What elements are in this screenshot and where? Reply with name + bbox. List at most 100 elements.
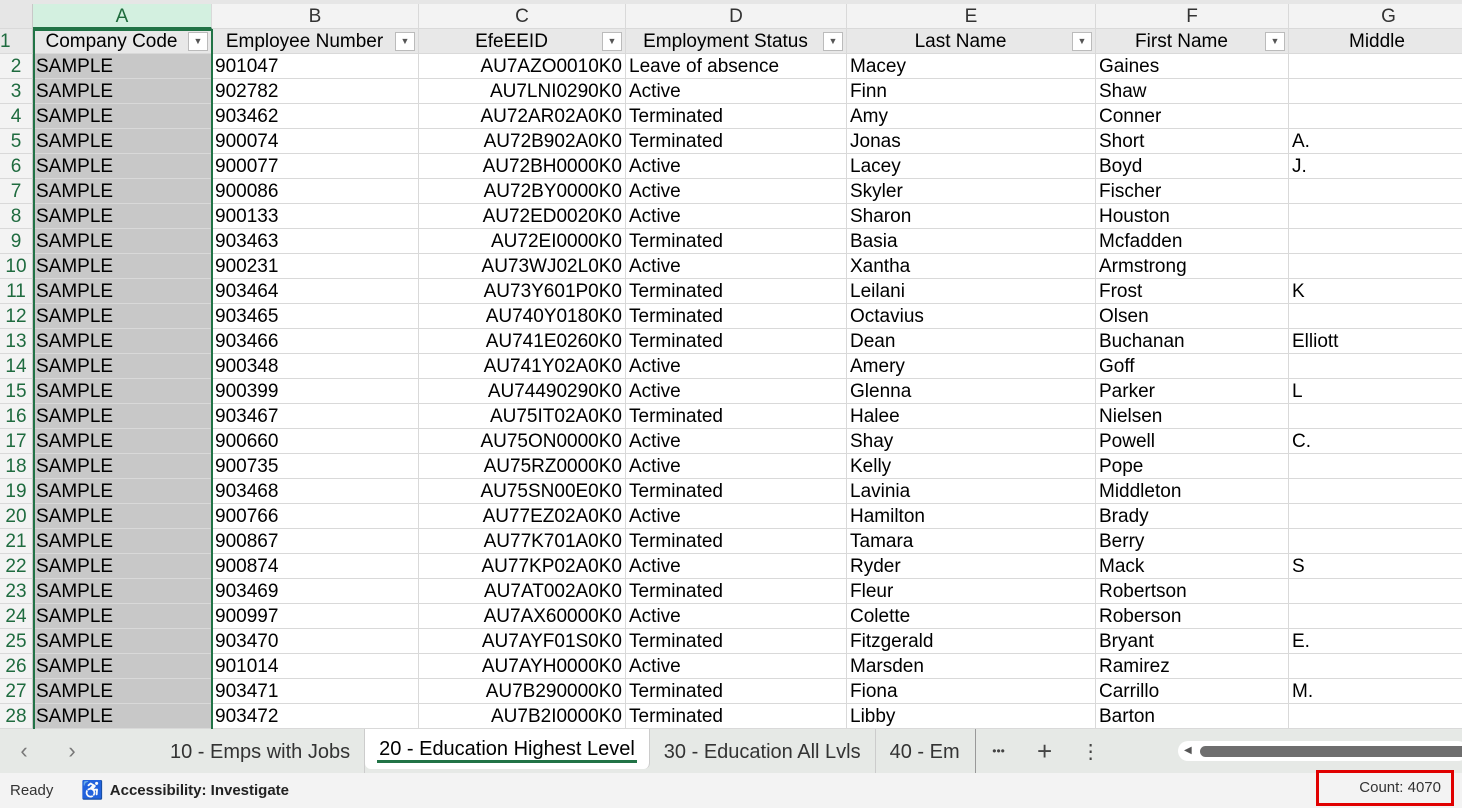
cell-F[interactable]: Gaines (1096, 54, 1289, 79)
cell-C[interactable]: AU73WJ02L0K0 (419, 254, 626, 279)
cell-G[interactable]: J. (1289, 154, 1462, 179)
filter-dropdown-icon[interactable]: ▼ (395, 32, 415, 51)
cell-G[interactable] (1289, 79, 1462, 104)
row-header[interactable]: 22 (0, 554, 33, 579)
cell-F[interactable]: Olsen (1096, 304, 1289, 329)
row-header[interactable]: 8 (0, 204, 33, 229)
cell-A[interactable]: SAMPLE (33, 379, 212, 404)
cell-A[interactable]: SAMPLE (33, 129, 212, 154)
row-header[interactable]: 3 (0, 79, 33, 104)
more-sheets-icon[interactable]: ••• (976, 744, 1022, 758)
cell-A[interactable]: SAMPLE (33, 654, 212, 679)
cell-D[interactable]: Terminated (626, 704, 847, 729)
cell-C[interactable]: AU72B902A0K0 (419, 129, 626, 154)
cell-D[interactable]: Active (626, 204, 847, 229)
row-header[interactable]: 19 (0, 479, 33, 504)
cell-G[interactable]: C. (1289, 429, 1462, 454)
cell-E[interactable]: Lavinia (847, 479, 1096, 504)
cell-D[interactable]: Active (626, 429, 847, 454)
cell-D[interactable]: Terminated (626, 129, 847, 154)
cell-B[interactable]: 903465 (212, 304, 419, 329)
cell-A[interactable]: SAMPLE (33, 404, 212, 429)
cell-B[interactable]: 903464 (212, 279, 419, 304)
cell-G[interactable] (1289, 504, 1462, 529)
cell-C[interactable]: AU75ON0000K0 (419, 429, 626, 454)
cell-C[interactable]: AU74490290K0 (419, 379, 626, 404)
cell-F[interactable]: Barton (1096, 704, 1289, 729)
cell-G[interactable]: A. (1289, 129, 1462, 154)
cell-G[interactable] (1289, 479, 1462, 504)
cell-C[interactable]: AU740Y0180K0 (419, 304, 626, 329)
cell-F[interactable]: Mcfadden (1096, 229, 1289, 254)
table-header-cell[interactable]: Employment Status ▼ (626, 29, 847, 54)
cell-B[interactable]: 900231 (212, 254, 419, 279)
cell-F[interactable]: Middleton (1096, 479, 1289, 504)
cell-B[interactable]: 900077 (212, 154, 419, 179)
filter-dropdown-icon[interactable]: ▼ (1072, 32, 1092, 51)
table-header-cell[interactable]: Last Name ▼ (847, 29, 1096, 54)
cell-A[interactable]: SAMPLE (33, 54, 212, 79)
cell-F[interactable]: Ramirez (1096, 654, 1289, 679)
cell-D[interactable]: Terminated (626, 104, 847, 129)
cell-D[interactable]: Active (626, 179, 847, 204)
cell-A[interactable]: SAMPLE (33, 279, 212, 304)
cell-F[interactable]: Pope (1096, 454, 1289, 479)
cell-B[interactable]: 900660 (212, 429, 419, 454)
cell-A[interactable]: SAMPLE (33, 479, 212, 504)
cell-E[interactable]: Amery (847, 354, 1096, 379)
cell-E[interactable]: Sharon (847, 204, 1096, 229)
cell-B[interactable]: 900867 (212, 529, 419, 554)
next-sheet-button[interactable]: › (48, 738, 96, 764)
cell-E[interactable]: Leilani (847, 279, 1096, 304)
cell-G[interactable] (1289, 654, 1462, 679)
cell-F[interactable]: Carrillo (1096, 679, 1289, 704)
row-header[interactable]: 5 (0, 129, 33, 154)
cell-D[interactable]: Terminated (626, 479, 847, 504)
cell-D[interactable]: Active (626, 504, 847, 529)
cell-E[interactable]: Libby (847, 704, 1096, 729)
cell-D[interactable]: Active (626, 79, 847, 104)
cell-B[interactable]: 900997 (212, 604, 419, 629)
row-header[interactable]: 1 (0, 29, 33, 54)
cell-E[interactable]: Dean (847, 329, 1096, 354)
row-header[interactable]: 14 (0, 354, 33, 379)
cell-D[interactable]: Leave of absence (626, 54, 847, 79)
cell-E[interactable]: Fleur (847, 579, 1096, 604)
cell-A[interactable]: SAMPLE (33, 679, 212, 704)
cell-G[interactable] (1289, 404, 1462, 429)
cell-D[interactable]: Active (626, 454, 847, 479)
cell-E[interactable]: Jonas (847, 129, 1096, 154)
row-header[interactable]: 4 (0, 104, 33, 129)
cell-C[interactable]: AU73Y601P0K0 (419, 279, 626, 304)
row-header[interactable]: 23 (0, 579, 33, 604)
cell-D[interactable]: Terminated (626, 679, 847, 704)
row-header[interactable]: 27 (0, 679, 33, 704)
cell-C[interactable]: AU77K701A0K0 (419, 529, 626, 554)
row-header[interactable]: 6 (0, 154, 33, 179)
cell-B[interactable]: 903466 (212, 329, 419, 354)
cell-A[interactable]: SAMPLE (33, 229, 212, 254)
cell-G[interactable] (1289, 179, 1462, 204)
cell-E[interactable]: Lacey (847, 154, 1096, 179)
row-header[interactable]: 13 (0, 329, 33, 354)
cell-B[interactable]: 903468 (212, 479, 419, 504)
scrollbar-thumb[interactable] (1200, 746, 1462, 757)
sheet-tab[interactable]: 30 - Education All Lvls (650, 729, 876, 773)
cell-B[interactable]: 901014 (212, 654, 419, 679)
cell-F[interactable]: Houston (1096, 204, 1289, 229)
cell-D[interactable]: Active (626, 554, 847, 579)
cell-A[interactable]: SAMPLE (33, 304, 212, 329)
row-header[interactable]: 24 (0, 604, 33, 629)
cell-A[interactable]: SAMPLE (33, 254, 212, 279)
cell-F[interactable]: Bryant (1096, 629, 1289, 654)
cell-F[interactable]: Brady (1096, 504, 1289, 529)
cell-E[interactable]: Fiona (847, 679, 1096, 704)
cell-G[interactable] (1289, 104, 1462, 129)
cell-B[interactable]: 900735 (212, 454, 419, 479)
cell-F[interactable]: Mack (1096, 554, 1289, 579)
row-header[interactable]: 9 (0, 229, 33, 254)
cell-E[interactable]: Ryder (847, 554, 1096, 579)
horizontal-scrollbar[interactable]: ◀ (1178, 741, 1462, 761)
cell-G[interactable] (1289, 354, 1462, 379)
cell-F[interactable]: Armstrong (1096, 254, 1289, 279)
